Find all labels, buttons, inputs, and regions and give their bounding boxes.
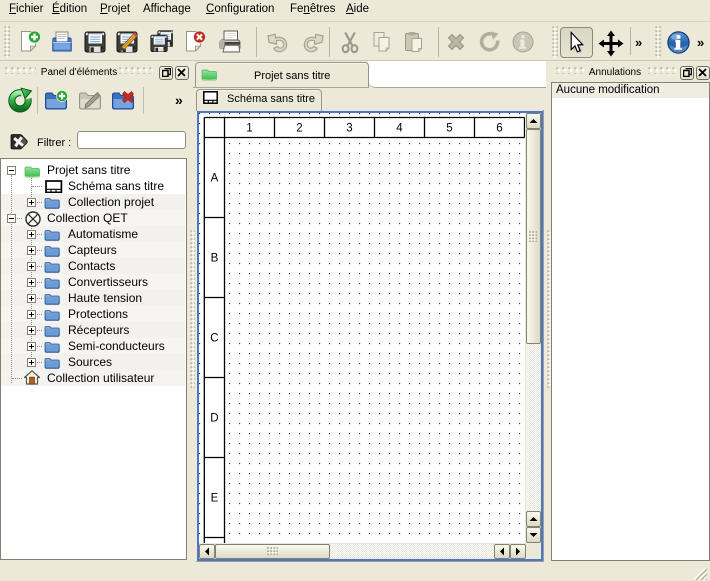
svg-text:2: 2 bbox=[296, 123, 302, 135]
svg-text:D: D bbox=[210, 413, 218, 425]
svg-text:A: A bbox=[211, 173, 219, 185]
svg-text:B: B bbox=[211, 253, 219, 265]
svg-text:1: 1 bbox=[246, 123, 252, 135]
svg-text:3: 3 bbox=[346, 123, 352, 135]
svg-text:6: 6 bbox=[496, 123, 502, 135]
svg-text:5: 5 bbox=[446, 123, 452, 135]
svg-text:C: C bbox=[210, 333, 218, 345]
svg-text:4: 4 bbox=[396, 123, 403, 135]
svg-text:E: E bbox=[211, 493, 219, 505]
